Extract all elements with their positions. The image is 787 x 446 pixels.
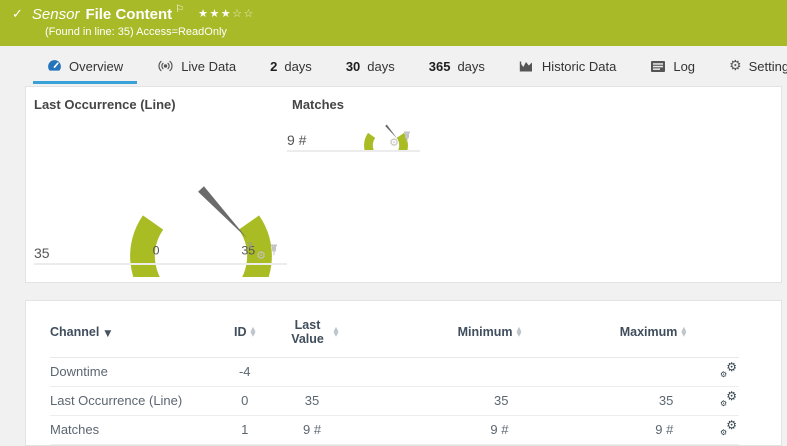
- channel-name: Downtime: [50, 357, 217, 387]
- tab-label: Log: [673, 58, 696, 74]
- channel-name: Last Occurrence (Line): [50, 386, 217, 416]
- tab-settings[interactable]: ⚙ Settings: [712, 46, 787, 86]
- gauge-icon: [47, 59, 62, 74]
- log-icon: [650, 60, 666, 73]
- tab-number: 2: [270, 58, 278, 74]
- tab-label: Live Data: [181, 58, 237, 74]
- tab-log[interactable]: Log: [633, 46, 712, 86]
- tab-historic-data[interactable]: Historic Data: [502, 46, 633, 86]
- sort-icon: ▲ ▼: [516, 325, 522, 339]
- channel-table: Channel ▼ ID ▲ ▼ Last Value ▲ ▼ Minimum ▲ ▼ Max…: [50, 307, 739, 445]
- channel-maximum: 9 #: [521, 415, 687, 445]
- sensor-kind-label: Sensor: [31, 6, 80, 23]
- sort-icon: ▲ ▼: [681, 325, 687, 339]
- channel-maximum: [521, 357, 687, 387]
- gauge-mini-value: 9 #: [287, 132, 307, 148]
- column-header-minimum[interactable]: Minimum ▲ ▼: [351, 307, 522, 358]
- tab-label: days: [457, 58, 485, 74]
- channel-table-card: Channel ▼ ID ▲ ▼ Last Value ▲ ▼ Minimum ▲ ▼ Max…: [25, 300, 782, 446]
- table-row: Downtime -4 ⚙ ⚙: [50, 357, 739, 387]
- tab-2-days[interactable]: 2 days: [253, 46, 329, 86]
- stars-empty: ☆☆: [232, 7, 255, 20]
- sensor-status-message: (Found in line: 35) Access=ReadOnly: [45, 26, 227, 38]
- column-header-id[interactable]: ID ▲ ▼: [216, 307, 273, 358]
- channel-minimum: 9 #: [351, 415, 522, 445]
- sort-desc-icon: ▼: [104, 328, 112, 339]
- channel-id: 1: [216, 415, 273, 445]
- live-data-icon: [157, 59, 174, 73]
- channel-id: -4: [216, 357, 273, 387]
- tab-label: Historic Data: [541, 58, 617, 74]
- sort-icon: ▲ ▼: [250, 325, 256, 339]
- gauge-needle: [198, 186, 248, 239]
- column-header-last-value[interactable]: Last Value ▲ ▼: [272, 307, 352, 358]
- tab-live-data[interactable]: Live Data: [140, 46, 253, 86]
- chart-icon: [519, 59, 535, 73]
- channel-name: Matches: [50, 415, 217, 445]
- overview-gauges-card: Last Occurrence (Line) 0 35 x̄ 35 ⚙ Matc…: [25, 86, 782, 283]
- gauge-main-value-row: 35 ⚙: [34, 243, 287, 265]
- stars-filled: ★★★: [198, 7, 233, 20]
- edit-channel-icon[interactable]: ⚙ ⚙: [720, 360, 737, 379]
- tab-label: days: [284, 58, 312, 74]
- tab-365-days[interactable]: 365 days: [412, 46, 502, 86]
- channel-id: 0: [216, 386, 273, 416]
- tab-overview[interactable]: Overview: [30, 46, 140, 86]
- gauge-mini-value-row: 9 # ⚙: [287, 130, 420, 152]
- column-header-actions: [686, 307, 739, 358]
- table-row: Last Occurrence (Line) 0 35 35 35 ⚙ ⚙: [50, 386, 739, 416]
- tab-number: 365: [428, 58, 451, 74]
- gear-icon: ⚙: [729, 58, 742, 74]
- priority-stars[interactable]: ★★★☆☆: [198, 7, 255, 20]
- gauge-main-value: 35: [34, 245, 50, 261]
- table-row: Matches 1 9 # 9 # 9 # ⚙ ⚙: [50, 415, 739, 445]
- channel-minimum: [351, 357, 522, 387]
- column-header-maximum[interactable]: Maximum ▲ ▼: [521, 307, 687, 358]
- sort-icon: ▲ ▼: [333, 324, 339, 338]
- column-header-channel[interactable]: Channel ▼: [50, 307, 217, 358]
- tab-label: Settings: [748, 58, 787, 74]
- channel-last-value: [272, 357, 352, 387]
- gauge-mini-title: Matches: [292, 97, 345, 112]
- sensor-header: ✓ Sensor File Content ⚐ ★★★☆☆ (Found in …: [0, 0, 787, 46]
- sensor-title-row: ✓ Sensor File Content ⚐ ★★★☆☆: [12, 4, 787, 23]
- gauge-settings-icon[interactable]: ⚙: [256, 250, 266, 261]
- tab-number: 30: [345, 58, 361, 74]
- tab-label: days: [367, 58, 395, 74]
- tab-30-days[interactable]: 30 days: [329, 46, 412, 86]
- channel-maximum: 35: [521, 386, 687, 416]
- channel-last-value: 35: [272, 386, 352, 416]
- flag-icon: ⚐: [175, 4, 185, 15]
- tab-label: Overview: [69, 58, 124, 74]
- status-ok-icon: ✓: [12, 7, 23, 22]
- edit-channel-icon[interactable]: ⚙ ⚙: [720, 389, 737, 408]
- sensor-name: File Content: [85, 6, 173, 23]
- table-header-row: Channel ▼ ID ▲ ▼ Last Value ▲ ▼ Minimum ▲ ▼ Max…: [50, 307, 739, 358]
- gauge-settings-icon[interactable]: ⚙: [389, 137, 399, 148]
- tab-bar: Overview Live Data 2 days 30 days 365 da…: [0, 46, 787, 86]
- pin-icon[interactable]: [402, 130, 412, 148]
- edit-channel-icon[interactable]: ⚙ ⚙: [720, 418, 737, 437]
- channel-last-value: 9 #: [272, 415, 352, 445]
- channel-minimum: 35: [351, 386, 522, 416]
- pin-icon[interactable]: [269, 243, 279, 261]
